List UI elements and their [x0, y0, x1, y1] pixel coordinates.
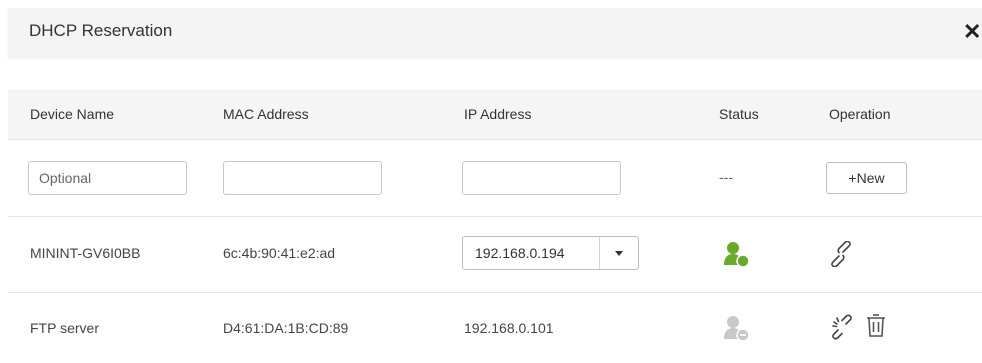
- column-header-status: Status: [719, 106, 759, 122]
- table-header: Device Name MAC Address IP Address Statu…: [8, 90, 982, 140]
- column-header-device-name: Device Name: [30, 106, 115, 122]
- mac-address-input[interactable]: [223, 161, 382, 195]
- close-icon[interactable]: ✕: [963, 20, 982, 44]
- mac-address-cell: D4:61:DA:1B:CD:89: [223, 320, 349, 336]
- table-row: FTP server D4:61:DA:1B:CD:89 192.168.0.1…: [8, 293, 982, 363]
- new-button[interactable]: +New: [826, 162, 907, 194]
- user-online-icon: [724, 242, 750, 268]
- new-entry-status: ---: [719, 169, 733, 185]
- trash-icon[interactable]: [865, 312, 887, 338]
- ip-address-select-value: 192.168.0.194: [475, 245, 565, 261]
- column-header-mac-address: MAC Address: [223, 106, 309, 122]
- device-name-cell: FTP server: [30, 320, 99, 336]
- chevron-down-icon[interactable]: [599, 237, 638, 269]
- table-row-new-entry: --- +New: [8, 140, 982, 217]
- dialog-header: DHCP Reservation ✕: [8, 8, 982, 58]
- column-header-ip-address: IP Address: [464, 106, 532, 122]
- column-header-operation: Operation: [829, 106, 891, 122]
- mac-address-cell: 6c:4b:90:41:e2:ad: [223, 245, 336, 261]
- unlink-icon[interactable]: [828, 313, 856, 341]
- ip-address-input[interactable]: [462, 161, 621, 195]
- link-icon[interactable]: [828, 241, 854, 267]
- ip-address-cell: 192.168.0.101: [464, 320, 554, 336]
- dialog-title: DHCP Reservation: [29, 21, 173, 40]
- table-row: MININT-GV6I0BB 6c:4b:90:41:e2:ad 192.168…: [8, 217, 982, 293]
- ip-address-select[interactable]: 192.168.0.194: [462, 236, 639, 270]
- device-name-cell: MININT-GV6I0BB: [30, 245, 141, 261]
- user-offline-icon: [724, 316, 750, 342]
- device-name-input[interactable]: [28, 161, 187, 195]
